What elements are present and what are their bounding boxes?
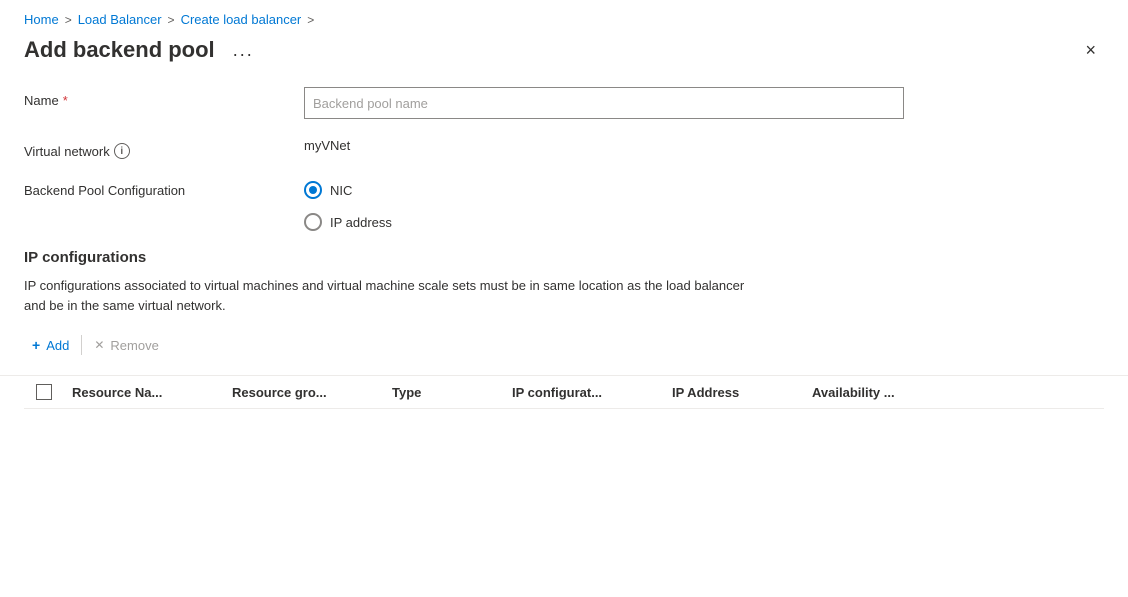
ip-address-radio-label: IP address [330,215,392,230]
header-checkbox-col [24,384,64,400]
backend-pool-config-control: NIC IP address [304,177,1104,231]
remove-button[interactable]: ✕ Remove [86,332,166,359]
breadcrumb-sep-2: > [168,13,175,27]
ip-configurations-title: IP configurations [0,249,1128,266]
breadcrumb-home[interactable]: Home [24,12,59,27]
breadcrumb-sep-3: > [307,13,314,27]
breadcrumb-create-load-balancer[interactable]: Create load balancer [181,12,302,27]
page-title: Add backend pool [24,37,215,63]
breadcrumb-load-balancer[interactable]: Load Balancer [78,12,162,27]
virtual-network-value: myVNet [304,132,350,153]
breadcrumb-sep-1: > [65,13,72,27]
name-label: Name * [24,87,304,108]
nic-radio-option[interactable]: NIC [304,181,1104,199]
col-header-ip-configuration: IP configurat... [504,385,664,400]
virtual-network-row: Virtual network i myVNet [24,137,1104,159]
virtual-network-label: Virtual network i [24,137,304,159]
col-header-resource-group: Resource gro... [224,385,384,400]
col-header-ip-address: IP Address [664,385,804,400]
virtual-network-value-area: myVNet [304,137,1104,153]
ellipsis-button[interactable]: ... [227,38,260,63]
table-container: Resource Na... Resource gro... Type IP c… [0,375,1128,409]
ip-configurations-description: IP configurations associated to virtual … [0,276,800,315]
table-header: Resource Na... Resource gro... Type IP c… [24,376,1104,409]
nic-radio-label: NIC [330,183,352,198]
name-row: Name * [24,87,1104,119]
backend-pool-config-label: Backend Pool Configuration [24,177,304,198]
ip-configurations-section: IP configurations IP configurations asso… [0,249,1128,409]
add-icon: + [32,337,40,353]
col-header-resource-name: Resource Na... [64,385,224,400]
action-divider [81,335,82,355]
panel-title-group: Add backend pool ... [24,37,260,63]
name-control [304,87,1104,119]
required-star: * [63,93,68,108]
panel-header: Add backend pool ... × [0,33,1128,79]
action-bar: + Add ✕ Remove [0,331,1128,359]
select-all-checkbox[interactable] [36,384,52,400]
remove-icon: ✕ [94,338,104,352]
backend-pool-config-row: Backend Pool Configuration NIC IP addres… [24,177,1104,231]
add-button[interactable]: + Add [24,331,77,359]
virtual-network-info-icon[interactable]: i [114,143,130,159]
nic-radio-button[interactable] [304,181,322,199]
breadcrumb: Home > Load Balancer > Create load balan… [0,0,1128,33]
remove-label: Remove [110,338,158,353]
col-header-type: Type [384,385,504,400]
form-area: Name * Virtual network i myVNet Backend … [0,79,1128,231]
radio-group: NIC IP address [304,177,1104,231]
col-header-availability: Availability ... [804,385,944,400]
add-label: Add [46,338,69,353]
ip-address-radio-button[interactable] [304,213,322,231]
close-button[interactable]: × [1077,37,1104,63]
ip-address-radio-option[interactable]: IP address [304,213,1104,231]
name-input[interactable] [304,87,904,119]
